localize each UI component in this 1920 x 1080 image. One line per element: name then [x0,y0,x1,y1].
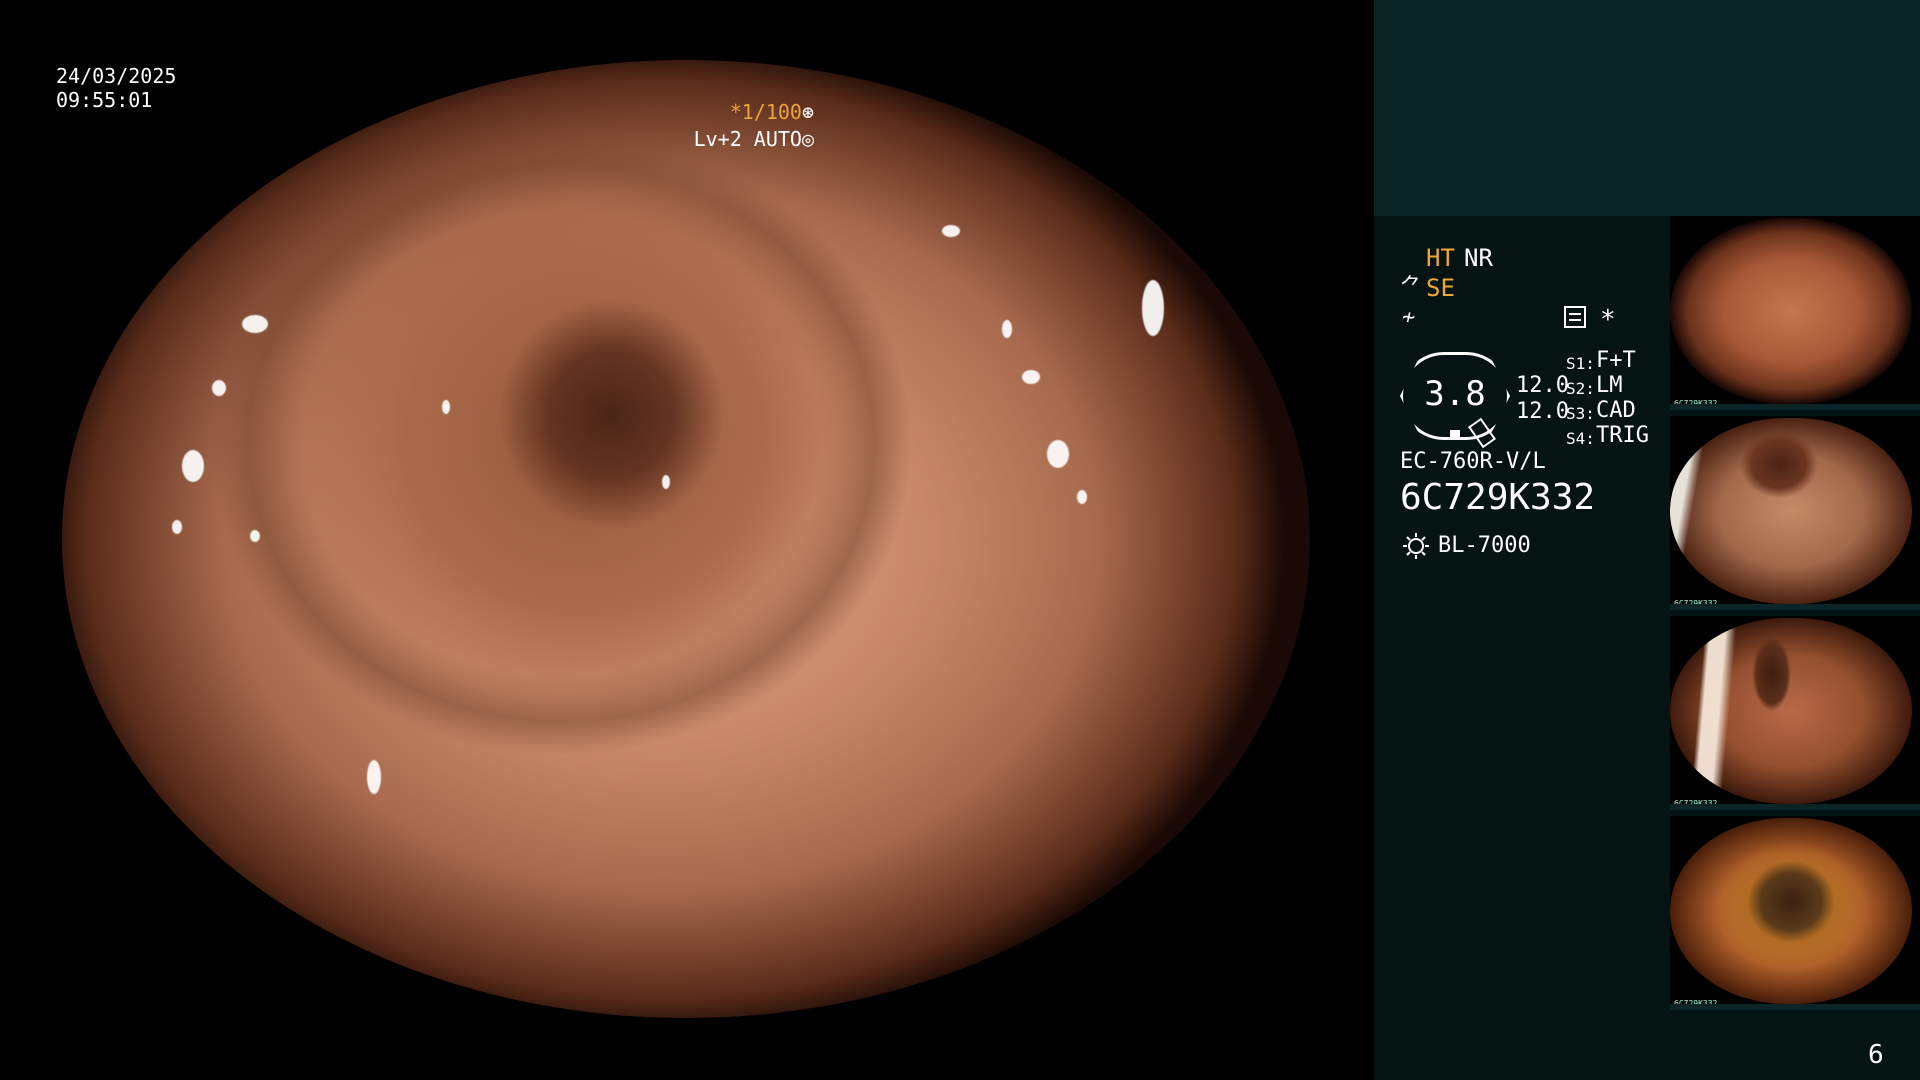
value-2: 12.0 [1516,399,1569,424]
thumbnail-bar [1670,804,1920,810]
thumbnail-image [1670,618,1912,804]
glare-spot [1047,440,1069,468]
glare-spot [1142,280,1164,336]
shutter-text: *1/100 [729,100,802,124]
aperture-icon: ⊛ [801,100,814,124]
gauge-marker [1450,430,1460,438]
thumbnail-1[interactable]: 6C729K332 [1670,216,1920,410]
shutter-readout: *1/100⊛ [730,100,814,124]
value-1: 12.0 [1516,373,1569,398]
thumbnail-2[interactable]: 6C729K332 [1670,416,1920,610]
glare-spot [367,760,381,794]
datetime-display: 24/03/2025 09:55:01 [56,64,176,112]
se-icon: ⺈ [1400,275,1423,300]
switch-4-value: TRIG [1596,423,1649,448]
glare-spot [1022,370,1040,384]
memo-icon [1564,306,1586,328]
asterisk-mark: * [1600,305,1616,335]
glare-spot [172,520,182,534]
thumbnail-4[interactable]: 6C729K332 [1670,816,1920,1010]
page-number: 6 [1868,1040,1884,1070]
freeze-icon: ≁ [1402,305,1416,330]
switch-3-value: CAD [1596,398,1636,423]
endoscopic-image [62,60,1310,1018]
glare-spot [1077,490,1087,504]
gauge-value: 3.8 [1424,374,1486,414]
mode-se-label: SE [1426,274,1455,302]
glare-spot [250,530,260,542]
thumbnail-image [1670,218,1912,404]
switch-1-label: S1: [1566,354,1595,373]
info-panel [1374,216,1670,1080]
switch-2-value: LM [1596,373,1623,398]
date-text: 24/03/2025 [56,64,177,88]
glare-spot [442,400,450,414]
light-source-icon [1403,533,1429,559]
thumbnail-image [1670,818,1912,1004]
thumbnail-bar [1670,1004,1920,1010]
thumbnail-strip: 6C729K332 6C729K332 6C729K332 6C729K332 [1670,216,1920,1080]
glare-spot [182,450,204,482]
thumbnail-bar [1670,404,1920,410]
glare-spot [212,380,226,396]
glare-spot [307,940,319,952]
thumbnail-image [1670,418,1912,604]
glare-spot [1002,320,1012,338]
iris-icon: ◎ [801,127,814,151]
time-text: 09:55:01 [56,88,153,112]
panel-header-area [1374,0,1920,216]
glare-spot [942,225,960,237]
switch-3-label: S3: [1566,404,1595,423]
level-readout: Lv+2 AUTO◎ [694,127,814,151]
glare-spot [242,315,268,333]
switch-1-value: F+T [1596,348,1636,373]
thumbnail-bar [1670,604,1920,610]
endoscope-viewport: 24/03/2025 09:55:01 *1/100⊛ Lv+2 AUTO◎ [0,0,1374,1080]
switch-2-label: S2: [1566,379,1595,398]
mode-nr-label: NR [1464,244,1493,272]
thumbnail-3[interactable]: 6C729K332 [1670,616,1920,810]
level-text: Lv+2 AUTO [693,127,802,151]
mode-ht-label: HT [1426,244,1455,272]
scope-model: EC-760R-V/L [1400,449,1546,474]
light-source-label: BL-7000 [1438,533,1531,558]
glare-spot [662,475,670,489]
scope-serial: 6C729K332 [1400,477,1596,518]
switch-4-label: S4: [1566,429,1595,448]
glare-spot [1017,90,1039,102]
